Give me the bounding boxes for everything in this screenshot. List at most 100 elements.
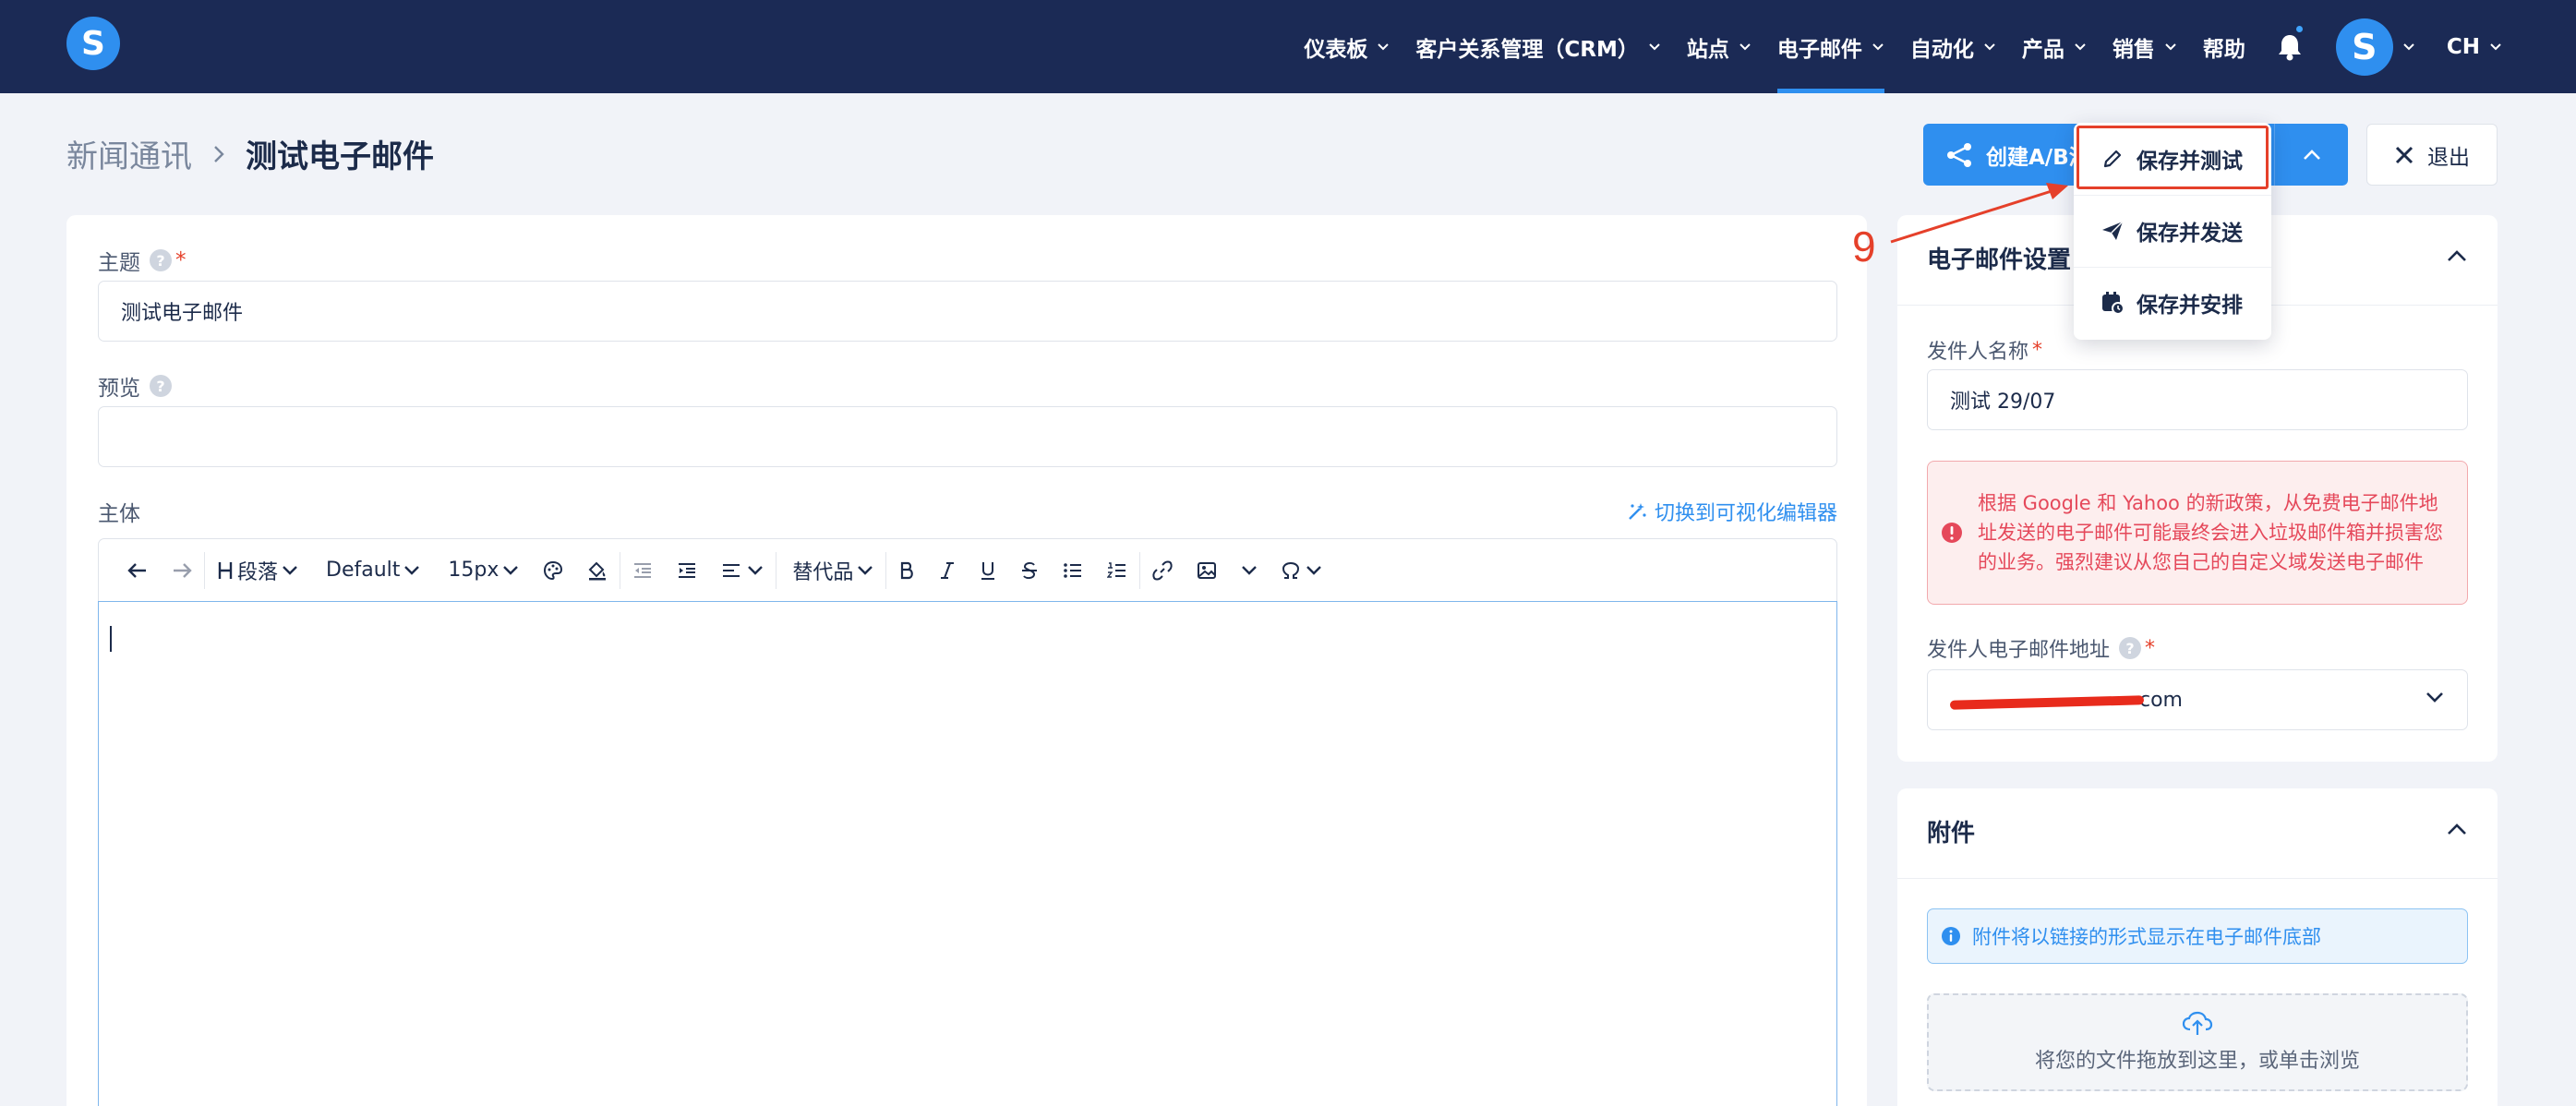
avatar: S bbox=[2335, 18, 2393, 76]
subject-input[interactable]: 测试电子邮件 bbox=[98, 281, 1837, 342]
chevron-down-icon bbox=[1984, 42, 1995, 50]
nav-item-sites[interactable]: 站点 bbox=[1687, 0, 1751, 93]
card-divider bbox=[1897, 878, 2498, 879]
replace-dropdown[interactable]: 替代品 bbox=[776, 539, 885, 602]
exit-button[interactable]: 退出 bbox=[2366, 124, 2498, 186]
indent-icon bbox=[679, 562, 696, 578]
chevron-up-icon bbox=[2448, 250, 2466, 261]
numbered-list-icon bbox=[1107, 561, 1126, 578]
nav-item-email[interactable]: 电子邮件 bbox=[1776, 0, 1884, 93]
background-color-button[interactable] bbox=[575, 539, 620, 602]
help-icon[interactable]: ? bbox=[150, 249, 172, 271]
notifications-button[interactable] bbox=[2277, 0, 2305, 93]
email-settings-title: 电子邮件设置 bbox=[1927, 246, 2072, 274]
help-icon[interactable]: ? bbox=[150, 375, 172, 397]
redo-button[interactable] bbox=[160, 539, 204, 602]
more-insert-dropdown[interactable] bbox=[1229, 539, 1270, 602]
underline-icon bbox=[981, 561, 995, 580]
strikethrough-button[interactable] bbox=[1008, 539, 1051, 602]
language-switcher[interactable]: CH bbox=[2447, 0, 2502, 93]
collapse-attachments-button[interactable] bbox=[2446, 822, 2468, 836]
link-button[interactable] bbox=[1140, 539, 1185, 602]
image-button[interactable] bbox=[1185, 539, 1229, 602]
outdent-button[interactable] bbox=[620, 539, 665, 602]
chevron-down-icon bbox=[1649, 42, 1660, 50]
sender-email-label-row: 发件人电子邮件地址 ? * bbox=[1927, 633, 2155, 663]
bold-button[interactable] bbox=[886, 539, 927, 602]
email-body-editor[interactable] bbox=[98, 601, 1837, 1106]
subject-label: 主题 bbox=[98, 251, 140, 275]
italic-button[interactable] bbox=[927, 539, 968, 602]
replace-label: 替代品 bbox=[792, 560, 854, 584]
pencil-icon bbox=[2103, 150, 2122, 167]
omega-icon bbox=[1282, 561, 1300, 579]
editor-toolbar: 段落 Default 15px 替代品 bbox=[98, 538, 1837, 601]
attachments-title: 附件 bbox=[1927, 820, 1976, 848]
breadcrumb-parent-link[interactable]: 新闻通讯 bbox=[66, 131, 192, 176]
nav-item-label: 自动化 bbox=[1909, 37, 1974, 62]
save-and-send-label: 保存并发送 bbox=[2137, 222, 2243, 246]
switch-visual-editor-link[interactable]: 切换到可视化编辑器 bbox=[1627, 497, 1837, 526]
chevron-down-icon bbox=[2075, 42, 2086, 50]
nav-item-crm[interactable]: 客户关系管理（CRM） bbox=[1415, 0, 1660, 93]
body-label-text: 主体 bbox=[98, 502, 140, 526]
paper-plane-icon bbox=[2102, 221, 2124, 240]
sender-name-input[interactable]: 测试 29/07 bbox=[1927, 369, 2468, 430]
close-icon bbox=[2395, 146, 2413, 163]
undo-button[interactable] bbox=[115, 539, 160, 602]
collapse-settings-button[interactable] bbox=[2446, 248, 2468, 263]
font-size-dropdown[interactable]: 15px bbox=[432, 539, 531, 602]
required-marker: * bbox=[175, 248, 187, 272]
file-dropzone[interactable]: 将您的文件拖放到这里，或单击浏览 bbox=[1927, 993, 2468, 1091]
nav-item-products[interactable]: 产品 bbox=[2022, 0, 2087, 93]
email-editor-card: 主题 ? * 测试电子邮件 预览 ? 主体 切换到可视化编辑器 段落 Defau… bbox=[66, 215, 1867, 1106]
font-family-dropdown[interactable]: Default bbox=[310, 539, 432, 602]
chevron-down-icon bbox=[1306, 565, 1322, 575]
outdent-icon bbox=[634, 562, 652, 578]
bullet-list-button[interactable] bbox=[1051, 539, 1095, 602]
nav-item-label: 销售 bbox=[2112, 37, 2155, 62]
chevron-right-icon bbox=[214, 145, 224, 162]
nav-item-label: 站点 bbox=[1686, 37, 1729, 62]
switch-visual-editor-label: 切换到可视化编辑器 bbox=[1654, 502, 1837, 525]
save-and-send-item[interactable]: 保存并发送 bbox=[2074, 195, 2271, 266]
user-menu[interactable]: S bbox=[2335, 0, 2415, 93]
special-characters-dropdown[interactable] bbox=[1270, 539, 1334, 602]
chevron-down-icon bbox=[1739, 42, 1751, 50]
nav-item-automation[interactable]: 自动化 bbox=[1910, 0, 1996, 93]
strikethrough-icon bbox=[1022, 561, 1038, 579]
chevron-down-icon bbox=[858, 565, 873, 575]
chevron-down-icon bbox=[2426, 692, 2443, 703]
app-logo[interactable]: S bbox=[66, 17, 120, 70]
redaction-mark bbox=[1949, 695, 2145, 710]
save-and-schedule-label: 保存并安排 bbox=[2137, 294, 2243, 318]
text-color-button[interactable] bbox=[531, 539, 575, 602]
link-icon bbox=[1152, 560, 1174, 580]
nav-item-sales[interactable]: 销售 bbox=[2113, 0, 2177, 93]
nav-menu: 仪表板 客户关系管理（CRM） 站点 电子邮件 自动化 产品 销售 帮助 S C… bbox=[1278, 0, 2502, 93]
nav-item-dashboard[interactable]: 仪表板 bbox=[1304, 0, 1390, 93]
heading-icon bbox=[218, 561, 233, 579]
free-email-warning: 根据 Google 和 Yahoo 的新政策，从免费电子邮件地址发送的电子邮件可… bbox=[1927, 461, 2468, 605]
required-marker: * bbox=[2145, 636, 2156, 660]
indent-button[interactable] bbox=[665, 539, 709, 602]
save-options-toggle[interactable] bbox=[2274, 124, 2348, 186]
align-dropdown[interactable] bbox=[709, 539, 776, 602]
subject-label-row: 主题 ? * bbox=[98, 245, 187, 276]
language-label: CH bbox=[2446, 34, 2480, 59]
preview-input[interactable] bbox=[98, 406, 1837, 467]
save-and-test-item[interactable]: 保存并测试 bbox=[2074, 123, 2271, 194]
attachments-info: 附件将以链接的形式显示在电子邮件底部 bbox=[1927, 908, 2468, 964]
numbered-list-button[interactable] bbox=[1095, 539, 1139, 602]
help-icon[interactable]: ? bbox=[2119, 637, 2142, 659]
save-and-test-label: 保存并测试 bbox=[2137, 149, 2243, 174]
preview-label: 预览 bbox=[98, 377, 140, 401]
underline-button[interactable] bbox=[968, 539, 1008, 602]
italic-icon bbox=[941, 561, 955, 579]
save-and-schedule-item[interactable]: 保存并安排 bbox=[2074, 267, 2271, 338]
sender-email-select[interactable]: com bbox=[1927, 669, 2468, 730]
nav-item-help[interactable]: 帮助 bbox=[2203, 0, 2245, 93]
select-chevron bbox=[2425, 691, 2445, 703]
paragraph-dropdown[interactable]: 段落 bbox=[205, 539, 310, 602]
arrow-left-icon bbox=[127, 562, 146, 578]
